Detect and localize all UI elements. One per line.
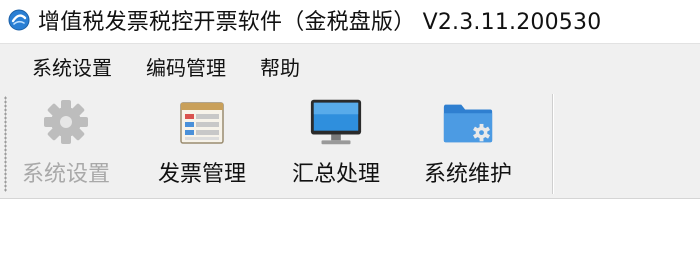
toolbar-invoice-management-button[interactable]: 发票管理	[158, 94, 246, 194]
menu-help[interactable]: 帮助	[256, 48, 304, 85]
gear-icon	[44, 100, 88, 144]
toolbar-system-maintenance-button[interactable]: 系统维护	[424, 94, 512, 194]
toolbar-summary-processing-label: 汇总处理	[292, 162, 381, 187]
toolbar-system-maintenance-label: 系统维护	[424, 162, 513, 187]
main-content-area	[0, 199, 700, 255]
window-title: 增值税发票税控开票软件（金税盘版） V2.3.11.200530	[38, 10, 602, 35]
toolbar-invoice-management-label: 发票管理	[158, 162, 247, 187]
menu-system-settings[interactable]: 系统设置	[28, 48, 116, 85]
app-window: 增值税发票税控开票软件（金税盘版） V2.3.11.200530 系统设置 编码…	[0, 0, 700, 255]
toolbar-system-settings-label: 系统设置	[22, 162, 111, 187]
menu-code-management[interactable]: 编码管理	[142, 48, 230, 85]
folder-gear-icon	[443, 104, 493, 143]
invoice-table-icon	[180, 102, 224, 144]
toolbar-separator	[552, 94, 553, 194]
toolbar-summary-processing-button[interactable]: 汇总处理	[292, 94, 380, 194]
toolbar-grip[interactable]	[4, 96, 7, 192]
app-logo-icon	[8, 9, 30, 31]
menu-bar: 系统设置 编码管理 帮助	[0, 43, 700, 88]
title-bar: 增值税发票税控开票软件（金税盘版） V2.3.11.200530	[0, 0, 700, 40]
monitor-icon	[310, 99, 362, 145]
toolbar: 系统设置 发票管理 汇总处理 系统维护	[0, 88, 700, 199]
toolbar-system-settings-button[interactable]: 系统设置	[22, 94, 110, 194]
